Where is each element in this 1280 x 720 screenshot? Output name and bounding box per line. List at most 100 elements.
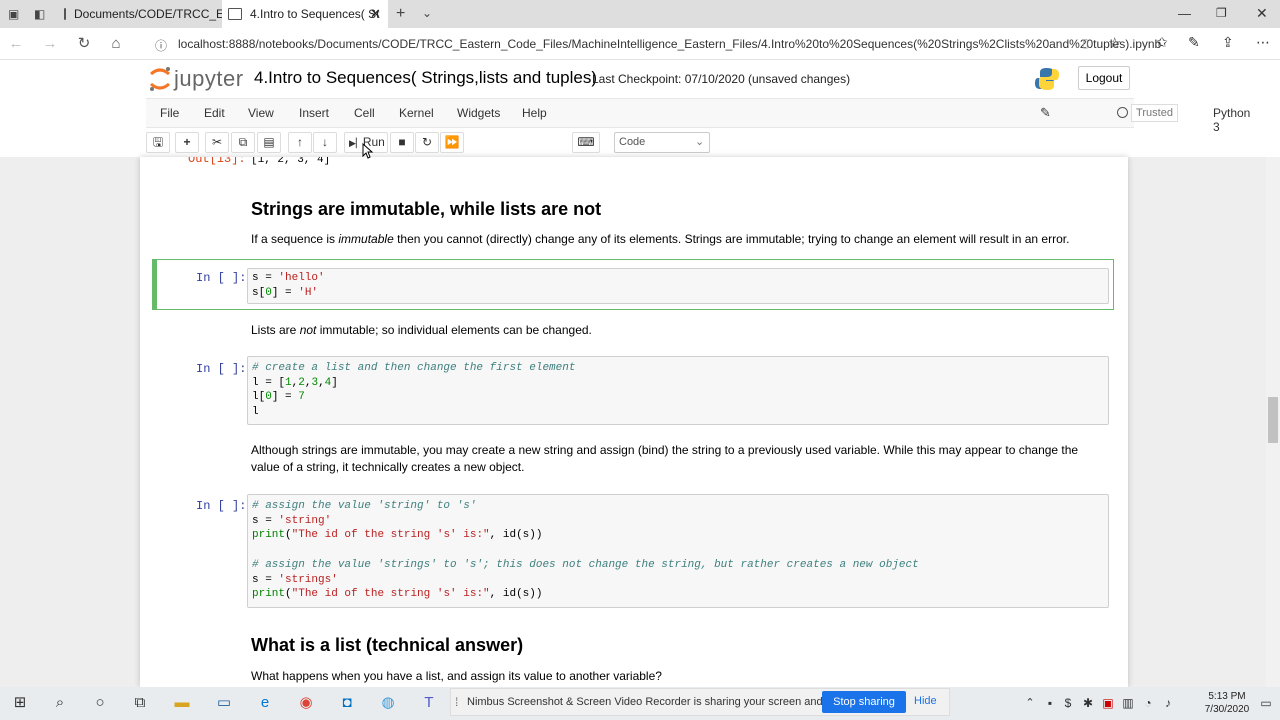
- para-text: immutable; so individual elements can be…: [316, 323, 592, 337]
- app-icon[interactable]: ◍: [378, 693, 398, 713]
- section-heading: What is a list (technical answer): [251, 635, 524, 655]
- code-editor[interactable]: # create a list and then change the firs…: [247, 356, 1109, 425]
- tray-icon[interactable]: ▥: [1118, 693, 1138, 713]
- edit-pencil-icon[interactable]: ✎: [1040, 105, 1051, 121]
- browser-tab-bar: ▣ ◧ Documents/CODE/TRCC_Ea 4.Intro to Se…: [0, 0, 1280, 28]
- jupyter-logo-icon[interactable]: [148, 66, 172, 92]
- close-tab-icon[interactable]: ✕: [370, 6, 381, 22]
- stop-sharing-button[interactable]: Stop sharing: [822, 691, 906, 713]
- cell-type-value: Code: [619, 136, 646, 148]
- jupyter-header: jupyter 4.Intro to Sequences( Strings,li…: [0, 60, 1280, 98]
- app-icon[interactable]: ▭: [214, 693, 234, 713]
- tab-documents[interactable]: Documents/CODE/TRCC_Ea: [58, 0, 231, 28]
- outlook-icon[interactable]: ◘: [337, 693, 357, 713]
- last-checkpoint: Last Checkpoint: 07/10/2020: [592, 72, 745, 86]
- tab-page-icon: [64, 8, 66, 20]
- window-close-icon[interactable]: ✕: [1256, 5, 1268, 22]
- chevron-down-icon: ⌄: [695, 136, 705, 148]
- tab-notebook[interactable]: 4.Intro to Sequences( St ✕: [222, 0, 388, 28]
- tab-label: 4.Intro to Sequences( St: [250, 7, 380, 21]
- clock-time: 5:13 PM: [1208, 691, 1246, 702]
- cell-type-select[interactable]: Code ⌄: [614, 132, 710, 153]
- kernel-name[interactable]: Python 3: [1213, 106, 1250, 134]
- chevron-down-icon[interactable]: ⌄: [422, 6, 432, 20]
- tray-chevron-up-icon[interactable]: ⌃: [1020, 693, 1040, 713]
- command-palette-icon[interactable]: ⌨: [572, 132, 600, 153]
- favorite-star-icon[interactable]: ☆: [1108, 34, 1121, 52]
- menu-file[interactable]: File: [160, 106, 179, 120]
- drag-handle-icon[interactable]: ⁞: [455, 695, 458, 709]
- volume-icon[interactable]: ♪: [1158, 693, 1178, 713]
- markdown-paragraph: Although strings are immutable, you may …: [251, 443, 1079, 474]
- clock-date: 7/30/2020: [1204, 704, 1250, 715]
- favorites-icon[interactable]: ✩: [1156, 34, 1168, 51]
- tray-icon[interactable]: ✱: [1078, 693, 1098, 713]
- restart-run-all-icon[interactable]: ⏩: [440, 132, 464, 153]
- menu-help[interactable]: Help: [522, 106, 547, 120]
- menu-edit[interactable]: Edit: [204, 106, 225, 120]
- teams-icon[interactable]: T: [419, 693, 439, 713]
- pen-icon[interactable]: ✎: [1188, 34, 1200, 51]
- notebook-container: Out[13]: [1, 2, 3, 4] Strings are immuta…: [140, 157, 1128, 687]
- restart-icon[interactable]: ↻: [415, 132, 439, 153]
- wifi-icon[interactable]: ◔: [1138, 693, 1158, 713]
- system-clock[interactable]: 5:13 PM 7/30/2020: [1192, 690, 1262, 716]
- refresh-icon[interactable]: ↻: [74, 34, 94, 54]
- edge-icon[interactable]: e: [255, 693, 275, 713]
- kernel-idle-icon: [1117, 107, 1128, 118]
- new-tab-icon[interactable]: +: [396, 5, 405, 23]
- interrupt-icon[interactable]: ■: [390, 132, 414, 153]
- para-text: Lists are: [251, 323, 300, 337]
- paste-icon[interactable]: ▤: [257, 132, 281, 153]
- cortana-icon[interactable]: ○: [90, 693, 110, 713]
- logout-button[interactable]: Logout: [1078, 66, 1130, 90]
- tray-icon[interactable]: $: [1058, 693, 1078, 713]
- set-aside-tabs-icon[interactable]: ◧: [34, 7, 45, 21]
- url-field[interactable]: localhost:8888/notebooks/Documents/CODE/…: [178, 37, 1161, 51]
- copy-icon[interactable]: ⧉: [231, 132, 255, 153]
- mouse-cursor-icon: [362, 143, 374, 159]
- tray-icon[interactable]: ▣: [1098, 693, 1118, 713]
- menu-kernel[interactable]: Kernel: [399, 106, 434, 120]
- move-down-icon[interactable]: ↓: [313, 132, 337, 153]
- task-view-icon[interactable]: ⧉: [130, 693, 150, 713]
- minimize-icon[interactable]: —: [1178, 6, 1191, 21]
- home-icon[interactable]: ⌂: [106, 34, 126, 54]
- python-logo-icon: [1035, 68, 1059, 90]
- chrome-icon[interactable]: ◉: [296, 693, 316, 713]
- tray-icon[interactable]: ▪: [1040, 693, 1060, 713]
- tab-label: Documents/CODE/TRCC_Ea: [74, 7, 231, 21]
- autosave-status: (unsaved changes): [748, 72, 851, 86]
- trusted-indicator[interactable]: Trusted: [1131, 104, 1178, 122]
- menu-insert[interactable]: Insert: [299, 106, 329, 120]
- forward-icon[interactable]: →: [40, 34, 60, 54]
- share-icon[interactable]: ⇪: [1222, 34, 1234, 51]
- menu-view[interactable]: View: [248, 106, 274, 120]
- cut-icon[interactable]: ✂: [205, 132, 229, 153]
- jupyter-logo-text[interactable]: jupyter: [174, 66, 244, 92]
- scrollbar-thumb[interactable]: [1268, 397, 1278, 443]
- more-icon[interactable]: ⋯: [1256, 34, 1270, 51]
- notebook-title[interactable]: 4.Intro to Sequences( Strings,lists and …: [254, 68, 597, 88]
- menu-cell[interactable]: Cell: [354, 106, 375, 120]
- windows-start-icon[interactable]: ⊞: [10, 693, 30, 713]
- restore-icon[interactable]: ❐: [1216, 6, 1227, 20]
- insert-cell-icon[interactable]: +: [175, 132, 199, 153]
- markdown-paragraph: If a sequence is immutable then you cann…: [251, 231, 1111, 248]
- move-up-icon[interactable]: ↑: [288, 132, 312, 153]
- code-editor[interactable]: # assign the value 'string' to 's' s = '…: [247, 494, 1109, 608]
- info-icon[interactable]: ⓘ: [155, 37, 167, 54]
- reading-view-icon[interactable]: ▯: [1082, 36, 1089, 50]
- search-icon[interactable]: ⌕: [50, 693, 70, 713]
- share-notice: Nimbus Screenshot & Screen Video Recorde…: [467, 696, 856, 708]
- tab-actions-icon[interactable]: ▣: [8, 7, 19, 21]
- menu-widgets[interactable]: Widgets: [457, 106, 500, 120]
- in-prompt: In [ ]:: [196, 271, 247, 285]
- back-icon[interactable]: ←: [6, 34, 26, 54]
- code-editor[interactable]: s = 'hello' s[0] = 'H': [247, 268, 1109, 304]
- save-icon[interactable]: 🖫: [146, 132, 170, 153]
- hide-button[interactable]: Hide: [914, 695, 937, 707]
- file-explorer-icon[interactable]: ▬: [172, 693, 192, 713]
- markdown-paragraph: What happens when you have a list, and a…: [251, 669, 662, 683]
- para-emphasis: immutable: [338, 232, 394, 246]
